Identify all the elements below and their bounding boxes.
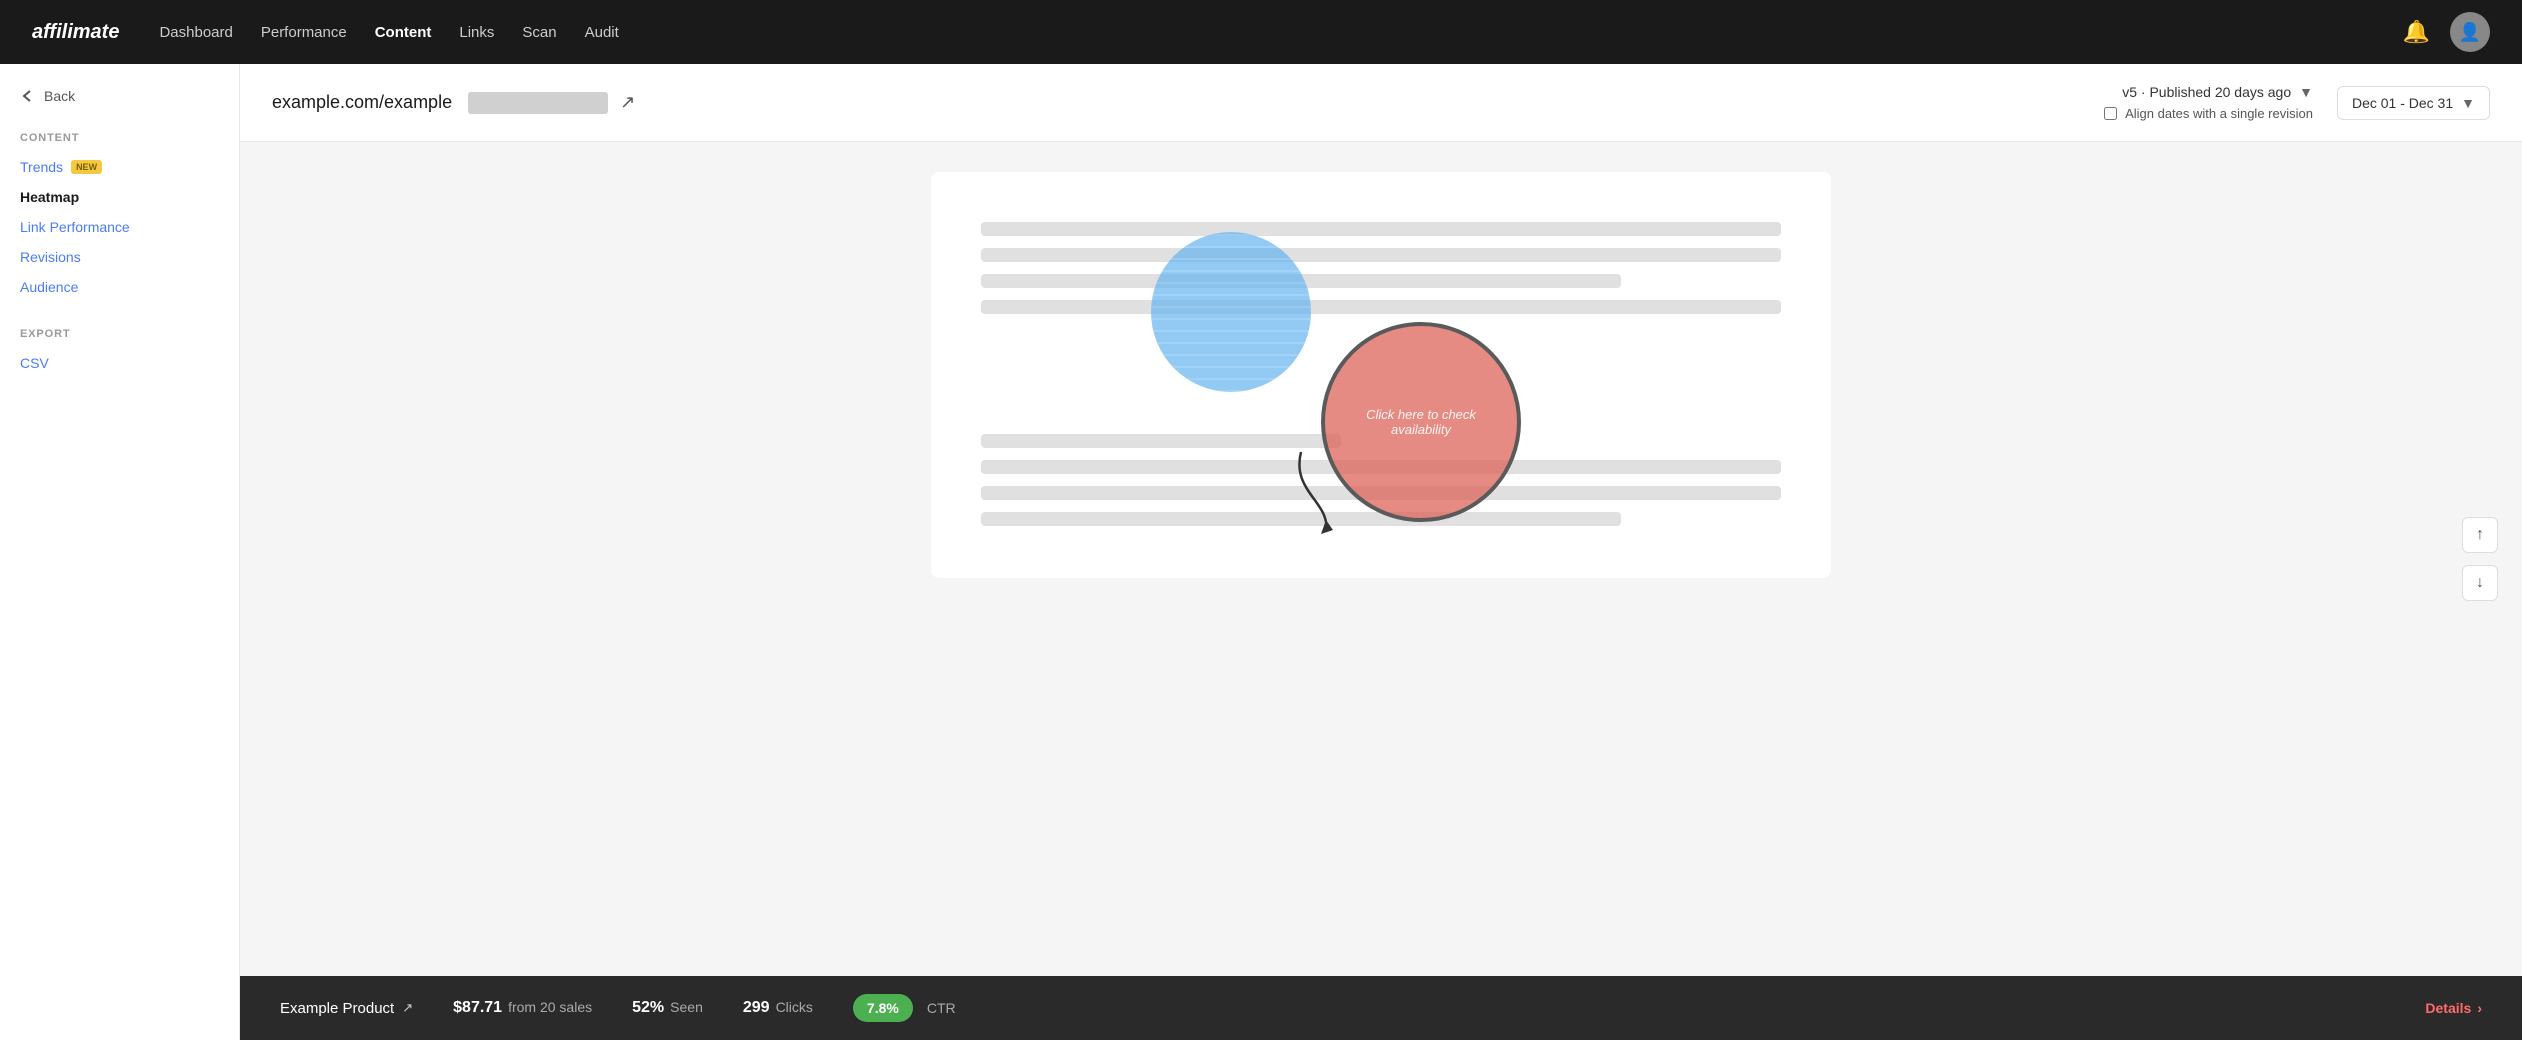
external-link-icon[interactable]: ↗︎ (620, 92, 635, 113)
notification-bell-icon[interactable]: 🔔 (2403, 19, 2430, 45)
seen-value: 52% (632, 999, 664, 1017)
url-redacted (468, 92, 608, 114)
sidebar-item-csv[interactable]: CSV (20, 350, 219, 376)
align-dates-label: Align dates with a single revision (2125, 106, 2313, 121)
heatmap-stripes (1151, 232, 1311, 392)
user-avatar[interactable]: 👤 (2450, 12, 2490, 52)
skeleton-line (981, 300, 1781, 314)
product-external-icon: ↗ (402, 1000, 413, 1016)
scroll-up-icon: ↑ (2476, 526, 2484, 544)
sidebar-item-link-performance[interactable]: Link Performance (20, 214, 219, 240)
export-nav: CSV (20, 350, 219, 376)
skeleton-line (981, 222, 1781, 236)
skeleton-line (981, 248, 1781, 262)
back-arrow-icon (20, 88, 36, 104)
sidebar-item-audience[interactable]: Audience (20, 274, 219, 300)
nav-audit[interactable]: Audit (585, 24, 619, 41)
page-preview: Click here to check availability (931, 172, 1831, 578)
nav-scan[interactable]: Scan (522, 24, 556, 41)
heatmap-area: ↑ ↓ (240, 142, 2522, 976)
product-link[interactable]: Example Product ↗ (280, 1000, 413, 1017)
revenue-value: $87.71 (453, 999, 502, 1017)
heatmap-bubble-blue (1151, 232, 1311, 392)
bottom-stats-bar: Example Product ↗ $87.71 from 20 sales 5… (240, 976, 2522, 1040)
date-chevron-icon: ▼ (2461, 95, 2475, 111)
revenue-stat: $87.71 from 20 sales (453, 999, 592, 1017)
sidebar: Back CONTENT Trends NEW Heatmap Link Per… (0, 64, 240, 1040)
details-button[interactable]: Details › (2425, 1000, 2482, 1016)
align-dates-checkbox[interactable] (2104, 107, 2117, 120)
scroll-down-icon: ↓ (2476, 574, 2484, 592)
export-section-label: EXPORT (20, 328, 219, 340)
nav-links-item[interactable]: Links (459, 24, 494, 41)
scroll-down-button[interactable]: ↓ (2462, 565, 2498, 601)
content-header: example.com/example ↗︎ v5 · Published 20… (240, 64, 2522, 142)
details-chevron-icon: › (2477, 1000, 2482, 1016)
main-content: example.com/example ↗︎ v5 · Published 20… (240, 64, 2522, 1040)
sidebar-item-heatmap[interactable]: Heatmap (20, 184, 219, 210)
clicks-stat: 299 Clicks (743, 999, 813, 1017)
seen-label: Seen (670, 999, 703, 1015)
top-navigation: affilimate Dashboard Performance Content… (0, 0, 2522, 64)
revenue-label: from 20 sales (508, 999, 592, 1015)
nav-content[interactable]: Content (375, 24, 432, 41)
nav-links: Dashboard Performance Content Links Scan… (159, 24, 618, 41)
revision-dropdown[interactable]: v5 · Published 20 days ago ▼ (2122, 84, 2313, 100)
heatmap-circle-label: Click here to check availability (1325, 407, 1517, 437)
scroll-controls: ↑ ↓ (2462, 517, 2498, 601)
content-nav: Trends NEW Heatmap Link Performance Revi… (20, 154, 219, 300)
sidebar-item-revisions[interactable]: Revisions (20, 244, 219, 270)
sidebar-item-trends[interactable]: Trends NEW (20, 154, 219, 180)
logo[interactable]: affilimate (32, 21, 119, 44)
nav-dashboard[interactable]: Dashboard (159, 24, 232, 41)
page-url: example.com/example (272, 92, 452, 113)
ctr-label: CTR (927, 1000, 956, 1016)
clicks-value: 299 (743, 999, 770, 1017)
back-button[interactable]: Back (20, 88, 219, 104)
content-section-label: CONTENT (20, 132, 219, 144)
revision-chevron-icon: ▼ (2299, 84, 2313, 100)
align-dates-option: Align dates with a single revision (2104, 106, 2313, 121)
new-badge: NEW (71, 160, 102, 174)
nav-performance[interactable]: Performance (261, 24, 347, 41)
date-range-dropdown[interactable]: Dec 01 - Dec 31 ▼ (2337, 86, 2490, 120)
scroll-up-button[interactable]: ↑ (2462, 517, 2498, 553)
heatmap-arrow (1271, 442, 1371, 542)
ctr-badge: 7.8% (853, 994, 913, 1022)
seen-stat: 52% Seen (632, 999, 703, 1017)
clicks-label: Clicks (776, 999, 813, 1015)
